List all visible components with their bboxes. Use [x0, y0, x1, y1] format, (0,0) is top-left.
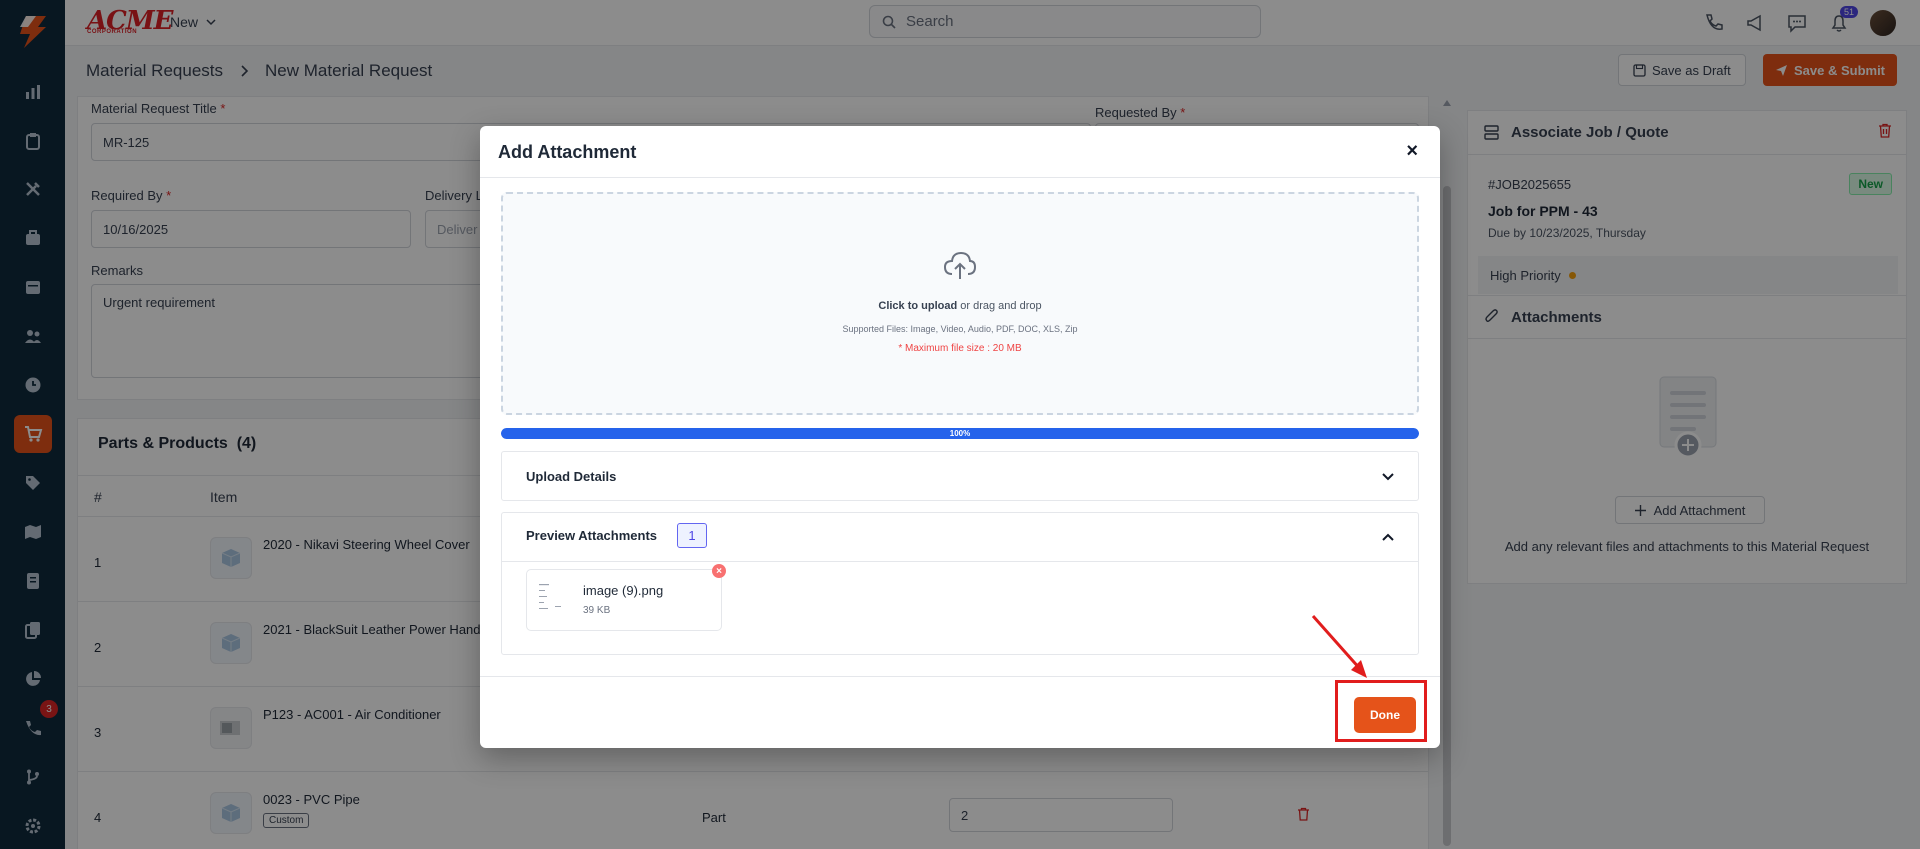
file-size: 39 KB [583, 605, 611, 616]
upload-progress-bar: 100% [501, 428, 1419, 439]
upload-dropzone[interactable]: Click to upload or drag and drop Support… [501, 192, 1419, 415]
chevron-up-icon[interactable] [1382, 533, 1394, 541]
modal-footer: Done [480, 676, 1440, 748]
attachment-card[interactable]: image (9).png 39 KB × [526, 564, 726, 631]
remove-file-icon[interactable]: × [712, 564, 726, 578]
close-icon[interactable]: × [1406, 140, 1418, 163]
add-attachment-modal: Add Attachment × Click to upload or drag… [480, 126, 1440, 748]
chevron-down-icon[interactable] [1382, 473, 1394, 481]
done-highlight-box [1335, 680, 1427, 742]
arrow-icon [1311, 615, 1367, 678]
attachment-count-badge: 1 [677, 523, 707, 548]
file-name: image (9).png [583, 583, 664, 598]
cloud-upload-icon [943, 251, 977, 279]
modal-title: Add Attachment [498, 142, 637, 162]
modal-header: Add Attachment × [480, 126, 1440, 178]
preview-attachments-header[interactable]: Preview Attachments 1 [502, 513, 1418, 562]
supported-files-text: Supported Files: Image, Video, Audio, PD… [842, 324, 1078, 334]
click-to-upload-link[interactable]: Click to upload [878, 300, 957, 312]
max-file-size-text: * Maximum file size : 20 MB [898, 343, 1022, 354]
upload-details-accordion[interactable]: Upload Details [501, 451, 1419, 501]
preview-attachments-title: Preview Attachments [526, 528, 658, 543]
upload-details-title: Upload Details [526, 469, 617, 484]
progress-fill: 100% [501, 428, 1419, 439]
file-thumbnail [535, 578, 571, 622]
preview-attachments-accordion: Preview Attachments 1 image (9).png 39 K… [501, 512, 1419, 655]
upload-instruction: Click to upload or drag and drop [878, 300, 1042, 312]
